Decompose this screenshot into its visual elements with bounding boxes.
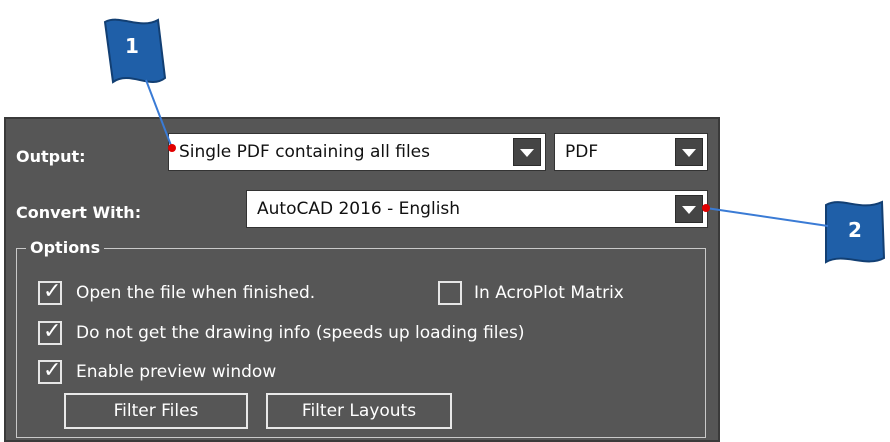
callout-1-number: 1 [125, 34, 139, 58]
callout-2-number: 2 [848, 218, 862, 242]
callout-1-leader [145, 79, 173, 149]
callout-overlay [103, 18, 886, 264]
callout-2-leader [705, 207, 829, 227]
callout-1-marker [168, 144, 176, 152]
callout-2-marker [702, 204, 710, 212]
